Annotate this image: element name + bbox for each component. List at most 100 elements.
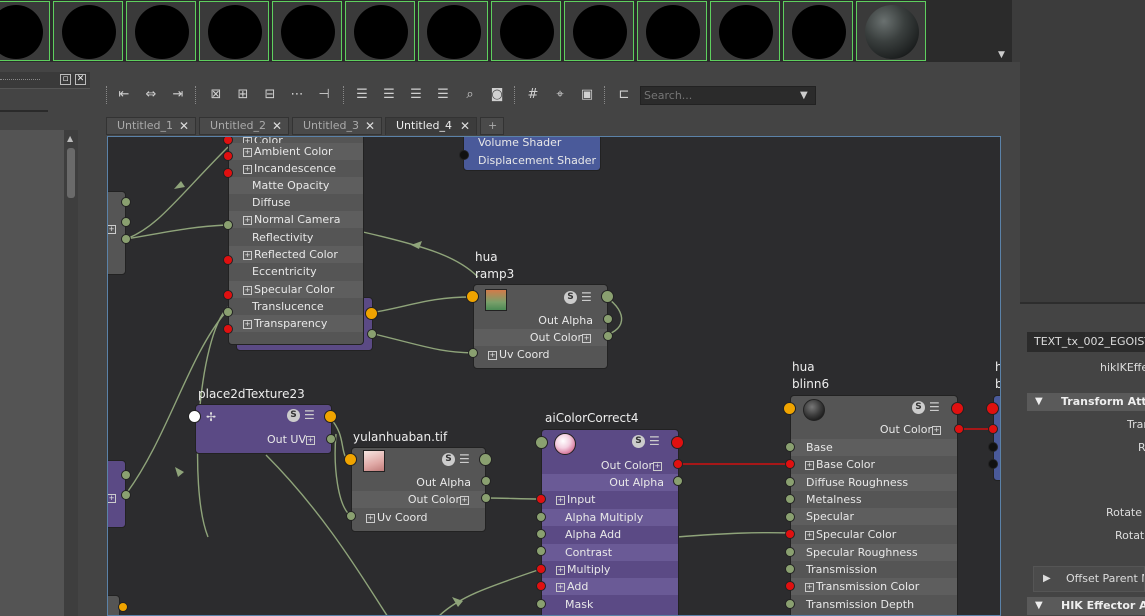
material-swatch[interactable] bbox=[564, 1, 634, 61]
expand-icon[interactable]: + bbox=[556, 582, 565, 592]
port-out[interactable] bbox=[121, 490, 131, 500]
clear-graph-icon[interactable]: ⊠ bbox=[206, 85, 226, 105]
port-in[interactable] bbox=[785, 529, 795, 539]
section-hik-effector-attributes[interactable]: ▼HIK Effector Attr bbox=[1027, 597, 1145, 615]
swatch-toggle-icon[interactable]: S bbox=[912, 401, 925, 414]
port-out[interactable] bbox=[601, 290, 614, 303]
snapshot-icon[interactable]: ▣ bbox=[577, 85, 597, 105]
left-scrollbar[interactable]: ▲ bbox=[64, 130, 78, 616]
node-graph[interactable]: + + Volume Shader Displacement Shader + C… bbox=[107, 136, 1001, 616]
close-tab-icon[interactable]: ✕ bbox=[179, 118, 189, 134]
scroll-up-icon[interactable]: ▲ bbox=[67, 134, 73, 143]
port-in[interactable] bbox=[459, 150, 469, 160]
ramp3-node[interactable]: S ☰ Out Alpha Out Color + + Uv Coord bbox=[473, 284, 608, 369]
port-out[interactable] bbox=[673, 476, 683, 486]
close-tab-icon[interactable]: ✕ bbox=[272, 118, 282, 134]
port-out[interactable] bbox=[121, 470, 131, 480]
port-out[interactable] bbox=[367, 329, 377, 339]
material-swatch[interactable] bbox=[491, 1, 561, 61]
port-in[interactable] bbox=[188, 410, 201, 423]
expand-icon[interactable]: + bbox=[243, 147, 252, 157]
material-swatch[interactable] bbox=[199, 1, 269, 61]
expand-icon[interactable]: + bbox=[108, 225, 116, 234]
port-in[interactable] bbox=[536, 529, 546, 539]
expand-icon[interactable]: + bbox=[488, 350, 497, 360]
close-tab-icon[interactable]: ✕ bbox=[365, 118, 375, 134]
list-toggle-icon[interactable]: ☰ bbox=[581, 291, 594, 304]
expand-icon[interactable]: + bbox=[653, 461, 662, 471]
expand-icon[interactable]: + bbox=[366, 513, 375, 523]
port-in[interactable] bbox=[223, 151, 233, 161]
place2d-texture-node[interactable]: ✢ S ☰ Out UV + bbox=[195, 404, 332, 454]
shader-node[interactable]: + Color + Ambient Color + Incandescence Mat… bbox=[228, 137, 364, 345]
port-in[interactable] bbox=[536, 512, 546, 522]
expand-icon[interactable]: + bbox=[805, 582, 814, 592]
expand-icon[interactable]: + bbox=[556, 565, 565, 575]
swatch-toggle-icon[interactable]: S bbox=[564, 291, 577, 304]
material-swatch[interactable] bbox=[345, 1, 415, 61]
rearrange-icon[interactable]: ⊞ bbox=[233, 85, 253, 105]
port-out[interactable] bbox=[673, 459, 683, 469]
port-in[interactable] bbox=[785, 599, 795, 609]
expand-icon[interactable]: + bbox=[243, 319, 252, 329]
scroll-down-icon[interactable]: ▼ bbox=[998, 50, 1005, 60]
port-in[interactable] bbox=[346, 511, 356, 521]
port-in[interactable] bbox=[785, 512, 795, 522]
port-out[interactable] bbox=[479, 453, 492, 466]
add-selected-icon[interactable]: ⋯ bbox=[287, 85, 307, 105]
material-swatch[interactable] bbox=[126, 1, 196, 61]
swatch-scrollbar[interactable]: ▼ bbox=[996, 0, 1010, 62]
expand-icon[interactable]: + bbox=[805, 530, 814, 540]
port-in[interactable] bbox=[536, 546, 546, 556]
close-tab-icon[interactable]: ✕ bbox=[460, 118, 470, 134]
port-in[interactable] bbox=[785, 564, 795, 574]
material-swatch-textured[interactable] bbox=[856, 1, 926, 61]
float-panel-icon[interactable]: ▫ bbox=[60, 74, 71, 85]
tab-untitled-3[interactable]: Untitled_3 ✕ bbox=[292, 117, 382, 135]
swatch-toggle-icon[interactable]: S bbox=[632, 435, 645, 448]
search-input[interactable] bbox=[640, 86, 816, 105]
port-out[interactable] bbox=[121, 217, 131, 227]
frame-icon[interactable]: ◙ bbox=[487, 85, 507, 105]
expand-icon[interactable]: + bbox=[460, 495, 469, 505]
custom-mode-icon[interactable]: ☰ bbox=[433, 85, 453, 105]
port-in[interactable] bbox=[785, 442, 795, 452]
left-list[interactable] bbox=[0, 130, 64, 616]
graph-output-icon[interactable]: ⇔ bbox=[141, 85, 161, 105]
collapse-icon[interactable]: ▼ bbox=[1035, 393, 1043, 411]
port-in[interactable] bbox=[988, 442, 998, 452]
expand-icon[interactable]: + bbox=[243, 215, 252, 225]
node-name-field[interactable]: TEXT_tx_002_EGOIST:C bbox=[1027, 332, 1145, 352]
port-in[interactable] bbox=[986, 402, 999, 415]
port-in[interactable] bbox=[785, 477, 795, 487]
add-tab-button[interactable]: + bbox=[480, 117, 504, 135]
material-swatch[interactable] bbox=[53, 1, 123, 61]
blinn6-node[interactable]: S ☰ Out Color + Base + Base Color Diffuse … bbox=[790, 395, 958, 615]
port-out[interactable] bbox=[671, 436, 684, 449]
list-toggle-icon[interactable]: ☰ bbox=[304, 409, 317, 422]
port-out[interactable] bbox=[326, 434, 336, 444]
section-offset-parent-matrix[interactable]: ▶ Offset Parent M bbox=[1033, 566, 1145, 592]
port-in[interactable] bbox=[785, 581, 795, 591]
port-in[interactable] bbox=[536, 599, 546, 609]
collapse-icon[interactable]: ▼ bbox=[1035, 597, 1043, 615]
material-swatch[interactable] bbox=[783, 1, 853, 61]
port-in[interactable] bbox=[785, 547, 795, 557]
port-in[interactable] bbox=[223, 324, 233, 334]
ai-color-correct-node[interactable]: S ☰ Out Color + Out Alpha + Input Alpha Mu… bbox=[541, 429, 679, 615]
port-out[interactable] bbox=[481, 476, 491, 486]
swatch-toggle-icon[interactable]: S bbox=[287, 409, 300, 422]
port-in[interactable] bbox=[536, 581, 546, 591]
port-in[interactable] bbox=[536, 564, 546, 574]
material-swatch[interactable] bbox=[272, 1, 342, 61]
expand-icon[interactable]: + bbox=[243, 250, 252, 260]
port-in[interactable] bbox=[223, 307, 233, 317]
port-out[interactable] bbox=[603, 331, 613, 341]
tab-untitled-2[interactable]: Untitled_2 ✕ bbox=[199, 117, 289, 135]
port-out[interactable] bbox=[324, 410, 337, 423]
material-swatch[interactable] bbox=[710, 1, 780, 61]
port-out[interactable] bbox=[954, 424, 964, 434]
port-out[interactable] bbox=[121, 234, 131, 244]
port-out[interactable] bbox=[365, 307, 378, 320]
port-in[interactable] bbox=[223, 290, 233, 300]
